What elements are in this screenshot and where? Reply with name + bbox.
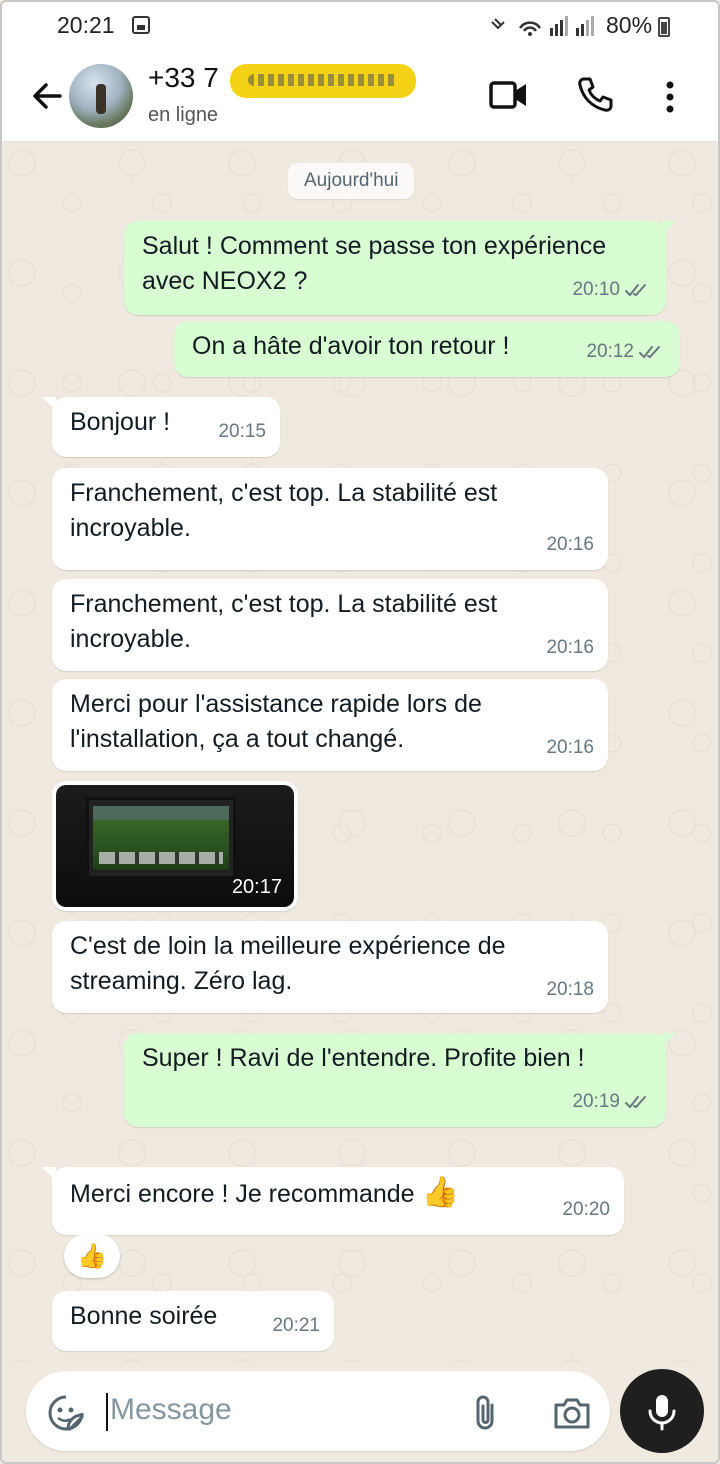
phone-frame: 20:21 80% +33 7 en ligne Aujourd'hui Sal… bbox=[0, 0, 720, 1464]
text-caret bbox=[106, 1393, 108, 1431]
more-options-icon[interactable] bbox=[664, 80, 676, 114]
video-call-icon[interactable] bbox=[488, 78, 530, 112]
message-outgoing[interactable]: Salut ! Comment se passe ton expérience … bbox=[124, 221, 676, 315]
reaction-thumbs-up[interactable]: 👍 bbox=[64, 1234, 120, 1278]
battery-percent: 80% bbox=[606, 12, 653, 38]
input-bar: Message bbox=[2, 1363, 718, 1462]
message-meta: 20:12 bbox=[586, 334, 666, 369]
message-text: Franchement, c'est top. La stabilité est… bbox=[70, 479, 498, 542]
message-time: 20:17 bbox=[231, 876, 282, 898]
date-separator: Aujourd'hui bbox=[288, 163, 415, 199]
message-text: Merci pour l'assistance rapide lors de l… bbox=[70, 690, 482, 753]
chat-area[interactable]: Aujourd'hui Salut ! Comment se passe ton… bbox=[2, 143, 718, 1363]
attach-icon[interactable] bbox=[470, 1393, 502, 1433]
phone-call-icon[interactable] bbox=[576, 76, 614, 114]
message-meta: 20:16 bbox=[546, 730, 594, 765]
back-arrow-icon[interactable] bbox=[30, 76, 66, 116]
message-time: 20:18 bbox=[546, 979, 594, 1000]
avatar[interactable] bbox=[69, 64, 133, 128]
message-time: 20:16 bbox=[546, 637, 594, 658]
tv-screen-image bbox=[86, 797, 236, 879]
message-meta: 20:16 bbox=[546, 630, 594, 665]
message-text: Bonjour ! bbox=[70, 408, 171, 436]
message-text: Bonne soirée bbox=[70, 1302, 218, 1330]
message-incoming[interactable]: Bonjour ! 20:15 bbox=[42, 397, 280, 457]
chat-header: +33 7 en ligne bbox=[2, 52, 718, 142]
message-text: Franchement, c'est top. La stabilité est… bbox=[70, 590, 498, 653]
message-meta: 20:20 bbox=[562, 1192, 610, 1227]
message-time: 20:16 bbox=[546, 534, 594, 555]
status-bar: 20:21 80% bbox=[2, 2, 718, 52]
message-time: 20:19 bbox=[572, 1091, 620, 1112]
battery-icon bbox=[658, 17, 670, 37]
message-meta: 20:15 bbox=[218, 414, 266, 449]
read-ticks-icon bbox=[625, 283, 646, 296]
sticker-icon[interactable] bbox=[46, 1393, 86, 1433]
camera-icon[interactable] bbox=[552, 1395, 592, 1431]
message-incoming[interactable]: Franchement, c'est top. La stabilité est… bbox=[52, 579, 608, 671]
message-incoming[interactable]: Merci encore ! Je recommande 👍 20:20 bbox=[42, 1167, 624, 1235]
message-time: 20:10 bbox=[572, 279, 620, 300]
message-image[interactable]: 20:17 bbox=[52, 781, 298, 911]
message-meta: 20:10 bbox=[572, 272, 652, 307]
gallery-icon bbox=[132, 16, 150, 34]
message-text: Salut ! Comment se passe ton expérience … bbox=[142, 232, 607, 295]
message-incoming[interactable]: C'est de loin la meilleure expérience de… bbox=[52, 921, 608, 1013]
contact-name[interactable]: +33 7 bbox=[148, 62, 219, 94]
status-time: 20:21 bbox=[57, 12, 115, 38]
tv-photo[interactable]: 20:17 bbox=[56, 785, 294, 907]
redacted-number bbox=[230, 64, 416, 98]
message-meta: 20:18 bbox=[546, 972, 594, 1007]
message-incoming[interactable]: Merci pour l'assistance rapide lors de l… bbox=[52, 679, 608, 771]
message-outgoing[interactable]: Super ! Ravi de l'entendre. Profite bien… bbox=[124, 1033, 676, 1127]
contact-status: en ligne bbox=[148, 104, 219, 126]
message-time: 20:15 bbox=[218, 421, 266, 442]
message-text: Merci encore ! Je recommande bbox=[70, 1180, 415, 1208]
mic-icon bbox=[648, 1395, 676, 1431]
message-incoming[interactable]: Franchement, c'est top. La stabilité est… bbox=[52, 468, 608, 570]
thumbs-up-emoji: 👍 bbox=[421, 1176, 459, 1209]
message-incoming[interactable]: Bonne soirée 20:21 bbox=[52, 1291, 334, 1351]
message-meta: 20:16 bbox=[546, 527, 594, 562]
message-placeholder: Message bbox=[110, 1393, 232, 1426]
message-input[interactable]: Message bbox=[26, 1371, 610, 1451]
message-time: 20:21 bbox=[272, 1315, 320, 1336]
message-text: Super ! Ravi de l'entendre. Profite bien… bbox=[142, 1044, 585, 1072]
message-meta: 20:19 bbox=[572, 1084, 652, 1119]
message-outgoing[interactable]: On a hâte d'avoir ton retour ! 20:12 bbox=[174, 321, 680, 377]
read-ticks-icon bbox=[625, 1095, 646, 1108]
wifi-icon bbox=[491, 16, 594, 36]
read-ticks-icon bbox=[639, 345, 660, 358]
message-meta: 20:21 bbox=[272, 1308, 320, 1343]
message-text: C'est de loin la meilleure expérience de… bbox=[70, 932, 506, 995]
message-time: 20:20 bbox=[562, 1199, 610, 1220]
message-time: 20:16 bbox=[546, 737, 594, 758]
signal-icons bbox=[490, 14, 600, 43]
message-time: 20:12 bbox=[586, 341, 634, 362]
message-text: On a hâte d'avoir ton retour ! bbox=[192, 332, 510, 360]
mic-button[interactable] bbox=[620, 1369, 704, 1453]
